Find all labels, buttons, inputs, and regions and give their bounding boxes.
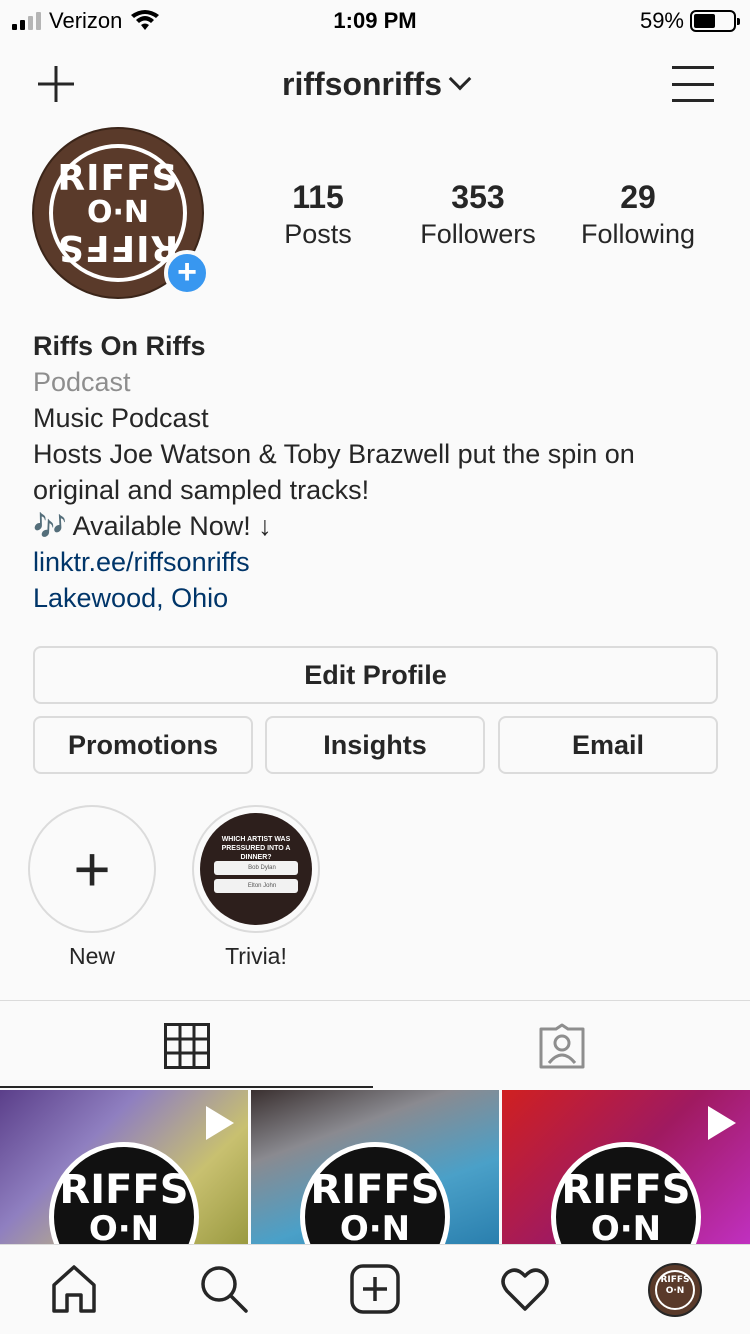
highlight-trivia[interactable]: WHICH ARTIST WAS PRESSURED INTO A DINNER… <box>192 805 320 970</box>
video-icon <box>206 1106 234 1140</box>
plus-icon: + <box>73 833 111 905</box>
profile-tab-avatar[interactable]: RIFFS O·N <box>648 1263 702 1317</box>
heart-icon[interactable] <box>499 1263 551 1315</box>
post-logo-text: RIFFS <box>561 1167 691 1213</box>
post-thumbnail[interactable]: RIFFS O·N <box>251 1090 499 1244</box>
category-label: Podcast <box>33 367 131 397</box>
active-tab-indicator <box>0 1086 373 1088</box>
location-link[interactable]: Lakewood, Ohio <box>33 580 723 616</box>
bio-line-3: 🎶 Available Now! ↓ <box>33 511 272 541</box>
avatar-logo-mid: O·N <box>86 195 149 230</box>
hamburger-menu-icon[interactable] <box>672 66 714 102</box>
grid-icon[interactable] <box>164 1023 210 1069</box>
add-story-icon[interactable]: + <box>164 250 210 296</box>
followers-count: 353 <box>451 179 505 215</box>
avatar-logo-top: RIFFS <box>57 158 179 199</box>
post-logo-text: O·N <box>590 1209 662 1244</box>
search-icon[interactable] <box>198 1263 250 1315</box>
stat-following[interactable]: 29 Following <box>558 178 718 252</box>
posts-count: 115 <box>292 179 344 215</box>
email-button[interactable]: Email <box>498 716 718 774</box>
battery-percent: 59% <box>639 8 684 33</box>
post-logo-text: RIFFS <box>310 1167 440 1213</box>
bio-line-1: Music Podcast <box>33 403 209 433</box>
video-icon <box>708 1106 736 1140</box>
highlight-new[interactable]: + New <box>28 805 156 970</box>
edit-profile-button[interactable]: Edit Profile <box>33 646 718 704</box>
bio-line-2: Hosts Joe Watson & Toby Brazwell put the… <box>33 439 635 505</box>
username: riffsonriffs <box>282 66 442 102</box>
mini-logo-text: RIFFS <box>660 1275 690 1285</box>
highlight-label: New <box>68 943 115 969</box>
mini-logo-text: O·N <box>665 1286 685 1296</box>
new-post-icon[interactable] <box>349 1263 401 1315</box>
following-label: Following <box>580 219 696 249</box>
battery-icon <box>690 10 740 32</box>
stat-followers[interactable]: 353 Followers <box>398 178 558 252</box>
avatar-logo-bottom: RIFFS <box>57 227 179 268</box>
bio-link[interactable]: linktr.ee/riffsonriffs <box>33 544 723 580</box>
display-name: Riffs On Riffs <box>33 331 206 361</box>
stat-posts[interactable]: 115 Posts <box>238 178 398 252</box>
highlight-thumbnail: WHICH ARTIST WAS PRESSURED INTO A DINNER… <box>200 813 312 925</box>
promotions-button[interactable]: Promotions <box>33 716 253 774</box>
bio: Riffs On Riffs Podcast Music Podcast Hos… <box>33 328 723 616</box>
followers-label: Followers <box>420 219 536 249</box>
highlight-label: Trivia! <box>225 943 287 969</box>
chevron-down-icon <box>448 67 472 91</box>
tagged-icon[interactable] <box>538 1023 586 1069</box>
posts-label: Posts <box>284 219 352 249</box>
trivia-option-1: Bob Dylan <box>214 861 298 875</box>
home-icon[interactable] <box>48 1263 100 1315</box>
post-grid: RIFFS O·N RIFFS O·N RIFFS O·N <box>0 1090 750 1244</box>
post-thumbnail[interactable]: RIFFS O·N <box>502 1090 750 1244</box>
post-thumbnail[interactable]: RIFFS O·N <box>0 1090 248 1244</box>
trivia-option-2: Elton John <box>214 879 298 893</box>
post-logo-text: O·N <box>339 1209 411 1244</box>
trivia-question: WHICH ARTIST WAS PRESSURED INTO A DINNER… <box>221 836 291 861</box>
following-count: 29 <box>620 179 656 215</box>
post-logo-text: RIFFS <box>59 1167 189 1213</box>
battery-group: 59% <box>639 8 740 34</box>
status-bar: Verizon 1:09 PM 59% <box>0 0 750 40</box>
insights-button[interactable]: Insights <box>265 716 485 774</box>
profile-tabs <box>0 1000 750 1090</box>
post-logo-text: O·N <box>88 1209 160 1244</box>
account-switcher[interactable]: riffsonriffs <box>0 66 750 103</box>
top-nav: riffsonriffs <box>0 52 750 116</box>
clock: 1:09 PM <box>333 8 417 33</box>
bottom-tab-bar: RIFFS O·N <box>0 1244 750 1334</box>
